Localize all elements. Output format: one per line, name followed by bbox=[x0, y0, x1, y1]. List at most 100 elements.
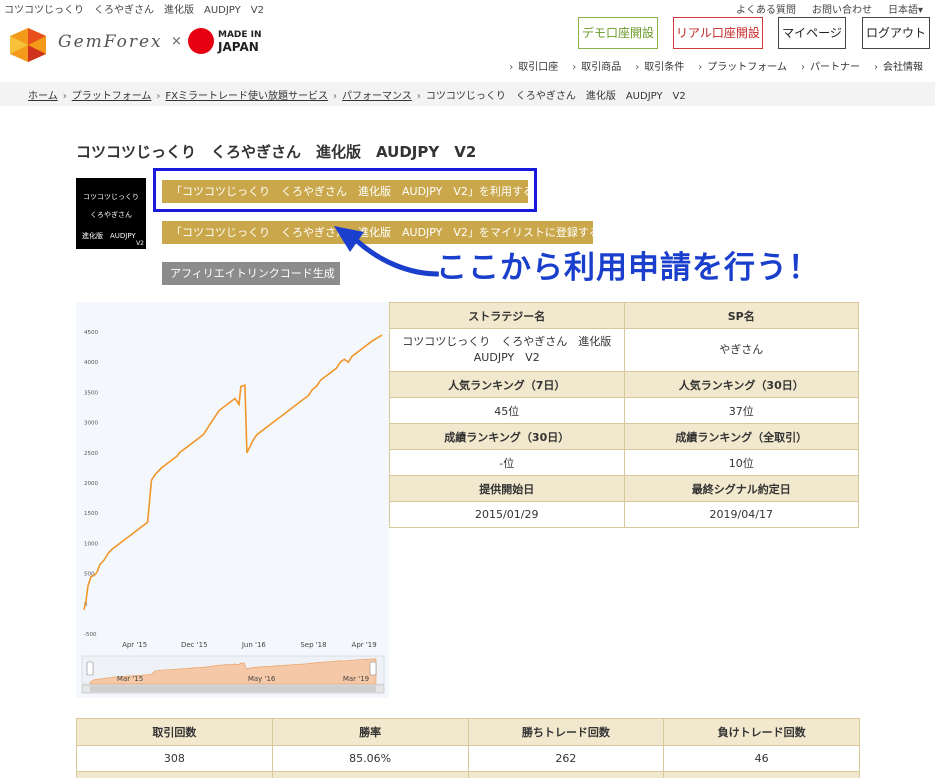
info-header-cell: 提供開始日 bbox=[389, 475, 625, 502]
strategy-thumbnail: コツコツじっくり くろやぎさん 進化版 AUDJPY V2 bbox=[76, 178, 146, 249]
y-tick-label: 500 bbox=[84, 572, 95, 578]
y-tick-label: 3000 bbox=[84, 421, 98, 427]
info-value-cell: 10位 bbox=[623, 449, 859, 476]
japan-text: JAPAN bbox=[218, 40, 259, 54]
breadcrumb-separator: › bbox=[62, 91, 67, 102]
top-strip: コツコツじっくり くろやぎさん 進化版 AUDJPY V2 よくある質問 お問い… bbox=[0, 0, 935, 16]
subnav-trading-account[interactable]: 取引口座 bbox=[509, 58, 558, 73]
info-header-cell: 成績ランキング（30日） bbox=[389, 423, 625, 450]
info-header-row: ストラテジー名 SP名 bbox=[389, 302, 859, 329]
info-value-row: -位 10位 bbox=[389, 449, 859, 476]
page-title: コツコツじっくり くろやぎさん 進化版 AUDJPY V2 bbox=[76, 143, 477, 161]
info-header-cell: 最終シグナル約定日 bbox=[623, 475, 859, 502]
breadcrumb-separator: › bbox=[156, 91, 161, 102]
stats-value-row: 308 85.06% 262 46 bbox=[76, 745, 860, 772]
site-logo[interactable]: GemForex × MADE IN JAPAN bbox=[6, 20, 262, 68]
info-header-cell: 人気ランキング（7日） bbox=[389, 371, 625, 398]
info-value-row: 2015/01/29 2019/04/17 bbox=[389, 501, 859, 528]
subnav-products[interactable]: 取引商品 bbox=[572, 58, 621, 73]
annotation-arrow-icon bbox=[334, 226, 441, 277]
navigator-scroll-thumb bbox=[90, 686, 376, 692]
thumbnail-line4: V2 bbox=[136, 240, 144, 247]
info-header-row: 人気ランキング（7日） 人気ランキング（30日） bbox=[389, 371, 859, 398]
trade-stats-table: 取引回数 勝率 勝ちトレード回数 負けトレード回数 308 85.06% 262… bbox=[76, 718, 860, 778]
use-strategy-button[interactable]: 「コツコツじっくり くろやぎさん 進化版 AUDJPY V2」を利用する bbox=[162, 180, 534, 203]
info-value-cell: 45位 bbox=[389, 397, 625, 424]
breadcrumb-separator: › bbox=[416, 91, 421, 102]
demo-account-button[interactable]: デモ口座開設 bbox=[578, 17, 658, 49]
navigator-left-handle bbox=[86, 661, 94, 676]
info-value-row: 45位 37位 bbox=[389, 397, 859, 424]
breadcrumb-platform[interactable]: プラットフォーム bbox=[72, 91, 152, 102]
stats-header-losses: 負けトレード回数 bbox=[663, 718, 860, 746]
breadcrumb-separator: › bbox=[333, 91, 338, 102]
stats-header-winrate: 勝率 bbox=[271, 718, 469, 746]
info-header-row: 成績ランキング（30日） 成績ランキング（全取引） bbox=[389, 423, 859, 450]
thumbnail-line3: 進化版 AUDJPY bbox=[82, 232, 136, 240]
strategy-info-table: ストラテジー名 SP名 コツコツじっくり くろやぎさん 進化版 AUDJPY V2 や… bbox=[389, 302, 859, 528]
performance-chart: -500 0 500 1000 1500 2000 2500 3000 3500 4000 4500… bbox=[76, 302, 389, 698]
y-tick-label: 1000 bbox=[84, 541, 98, 547]
y-tick-label: 4500 bbox=[84, 330, 98, 336]
made-in-japan: MADE IN JAPAN bbox=[218, 29, 262, 53]
x-tick-label: Apr '15 bbox=[122, 641, 147, 649]
stats-next-cell bbox=[271, 771, 469, 778]
y-tick-label: 2000 bbox=[84, 481, 98, 487]
subnav-company[interactable]: 会社情報 bbox=[874, 58, 923, 73]
logout-button[interactable]: ログアウト bbox=[862, 17, 930, 49]
breadcrumb-bar: ホーム › プラットフォーム › FXミラートレード使い放題サービス › パフォーマンス › コ… bbox=[0, 82, 935, 106]
performance-chart-svg: -500050010001500200025003000350040004500… bbox=[81, 330, 385, 694]
stats-next-cell bbox=[663, 771, 860, 778]
navigator-label: Mar '19 bbox=[343, 675, 369, 683]
brand-name: GemForex bbox=[58, 32, 163, 52]
info-header-cell: SP名 bbox=[623, 302, 859, 329]
stats-value-losses: 46 bbox=[663, 745, 860, 772]
breadcrumb-mirror-trade[interactable]: FXミラートレード使い放題サービス bbox=[165, 91, 328, 102]
info-value-cell: -位 bbox=[389, 449, 625, 476]
breadcrumb-performance[interactable]: パフォーマンス bbox=[342, 91, 412, 102]
mypage-button[interactable]: マイページ bbox=[778, 17, 846, 49]
stats-next-cell bbox=[467, 771, 665, 778]
info-value-cell: 2015/01/29 bbox=[389, 501, 625, 528]
contact-link[interactable]: お問い合わせ bbox=[812, 1, 872, 16]
info-value-cell: やぎさん bbox=[623, 328, 859, 372]
info-header-row: 提供開始日 最終シグナル約定日 bbox=[389, 475, 859, 502]
y-tick-label: 2500 bbox=[84, 451, 98, 457]
thumbnail-line2: くろやぎさん bbox=[90, 211, 132, 219]
logo-g-icon bbox=[10, 28, 46, 62]
page-name: コツコツじっくり くろやぎさん 進化版 AUDJPY V2 bbox=[4, 5, 264, 16]
info-value-cell: 2019/04/17 bbox=[623, 501, 859, 528]
navigator-label: May '16 bbox=[248, 675, 276, 683]
info-value-row: コツコツじっくり くろやぎさん 進化版 AUDJPY V2 やぎさん bbox=[389, 328, 859, 372]
affiliate-link-button[interactable]: アフィリエイトリンクコード生成 bbox=[162, 262, 340, 285]
annotation-text: ここから利用申請を行う！ bbox=[436, 250, 820, 286]
stats-value-wins: 262 bbox=[467, 745, 665, 772]
language-select[interactable]: 日本語▾ bbox=[888, 1, 923, 16]
x-tick-label: Jun '16 bbox=[241, 641, 267, 649]
y-tick-label: 3500 bbox=[84, 390, 98, 396]
subnav-partner[interactable]: パートナー bbox=[801, 58, 860, 73]
stats-value-trades: 308 bbox=[76, 745, 273, 772]
subnav-conditions[interactable]: 取引条件 bbox=[635, 58, 684, 73]
thumbnail-line1: コツコツじっくり bbox=[83, 193, 139, 201]
real-account-button[interactable]: リアル口座開設 bbox=[673, 17, 763, 49]
breadcrumb-current: コツコツじっくり くろやぎさん 進化版 AUDJPY V2 bbox=[425, 91, 686, 102]
stats-next-header-row bbox=[76, 771, 860, 778]
info-header-cell: 人気ランキング（30日） bbox=[623, 371, 859, 398]
stats-header-trades: 取引回数 bbox=[76, 718, 273, 746]
subnav-platform[interactable]: プラットフォーム bbox=[698, 58, 787, 73]
x-tick-label: Apr '19 bbox=[352, 641, 377, 649]
stats-next-cell bbox=[76, 771, 273, 778]
top-links: よくある質問 お問い合わせ 日本語▾ bbox=[736, 1, 923, 16]
x-tick-label: Dec '15 bbox=[181, 641, 208, 649]
navigator-label: Mar '15 bbox=[117, 675, 143, 683]
equity-line bbox=[83, 334, 383, 610]
info-header-cell: ストラテジー名 bbox=[389, 302, 625, 329]
sub-navigation: 取引口座 取引商品 取引条件 プラットフォーム パートナー 会社情報 bbox=[509, 58, 923, 73]
y-tick-label: 1500 bbox=[84, 511, 98, 517]
faq-link[interactable]: よくある質問 bbox=[736, 1, 796, 16]
navigator-right-handle bbox=[369, 661, 377, 676]
japan-flag-icon bbox=[188, 28, 214, 54]
breadcrumb-home[interactable]: ホーム bbox=[28, 91, 58, 102]
breadcrumb: ホーム › プラットフォーム › FXミラートレード使い放題サービス › パフォーマンス › コ… bbox=[28, 87, 686, 102]
